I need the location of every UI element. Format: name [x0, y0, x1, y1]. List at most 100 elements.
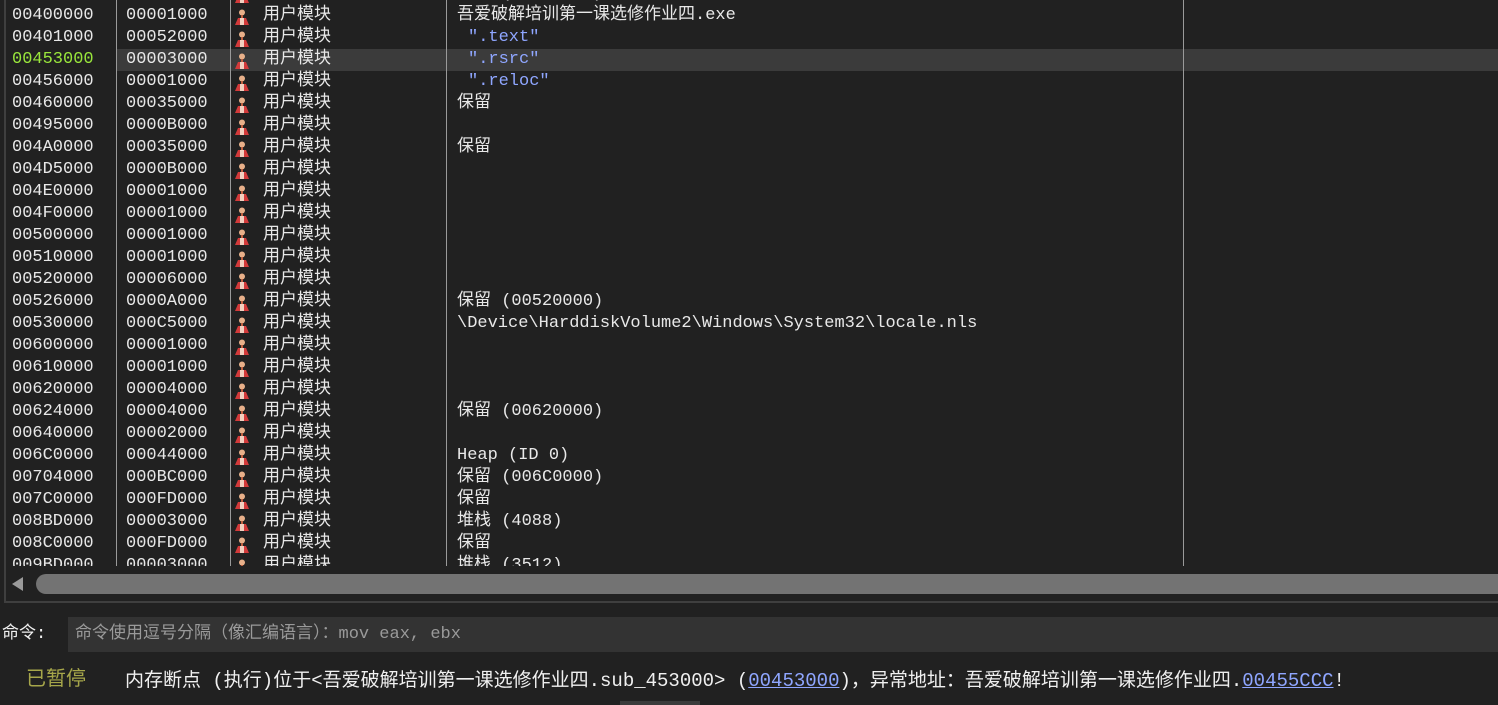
user-module-icon: [234, 185, 250, 201]
memory-map-row[interactable]: 00610000 00001000 用户模块: [0, 357, 1498, 379]
memory-map-row[interactable]: 00453000 00003000 用户模块 ".rsrc": [0, 49, 1498, 71]
memory-map-row[interactable]: 00704000 000BC000 用户模块 保留 (006C0000): [0, 467, 1498, 489]
size-cell: 00035000: [126, 94, 208, 113]
user-module-icon: [234, 361, 250, 377]
size-cell: 00001000: [126, 204, 208, 223]
type-cell: 用户模块: [263, 28, 331, 47]
type-cell: 用户模块: [263, 468, 331, 487]
memory-map-row[interactable]: 00400000 00001000 用户模块 吾爱破解培训第一课选修作业四.exe: [0, 5, 1498, 27]
memory-map-row[interactable]: 00530000 000C5000 用户模块 \Device\HarddiskVolu…: [0, 313, 1498, 335]
address-cell: 008BD000: [12, 512, 94, 531]
memory-map-row[interactable]: 008BD000 00003000 用户模块 堆栈 (4088): [0, 511, 1498, 533]
memory-map-row[interactable]: 00600000 00001000 用户模块: [0, 335, 1498, 357]
user-module-icon: [234, 427, 250, 443]
user-module-icon: [234, 9, 250, 25]
user-module-icon: [234, 97, 250, 113]
column-divider[interactable]: [116, 0, 117, 566]
info-cell: 保留 (00620000): [457, 402, 604, 421]
debugger-state: 已暂停: [26, 669, 86, 692]
memory-map-row[interactable]: 009BD000 00003000 用户模块 堆栈 (3512): [0, 555, 1498, 566]
status-message-middle: )，异常地址：吾爱破解培训第一课选修作业四.: [839, 670, 1243, 692]
address-cell: 00704000: [12, 468, 94, 487]
type-cell: 用户模块: [263, 314, 331, 333]
status-message-prefix: 内存断点 (执行)位于<吾爱破解培训第一课选修作业四.sub_453000> (: [125, 670, 749, 692]
address-cell: 00620000: [12, 380, 94, 399]
memory-map-row[interactable]: 00624000 00004000 用户模块 保留 (00620000): [0, 401, 1498, 423]
info-cell: Heap (ID 0): [457, 446, 570, 465]
memory-map-row[interactable]: 008C0000 000FD000 用户模块 保留: [0, 533, 1498, 555]
memory-map-table[interactable]: 0030000000001000用户模块保留 (00300000)0040000…: [0, 0, 1498, 566]
memory-map-row[interactable]: 00640000 00002000 用户模块: [0, 423, 1498, 445]
exception-address-link[interactable]: 00455CCC: [1242, 670, 1333, 692]
memory-map-row[interactable]: 00401000 00052000 用户模块 ".text": [0, 27, 1498, 49]
memory-map-row[interactable]: 004E0000 00001000 用户模块: [0, 181, 1498, 203]
size-cell: 000FD000: [126, 490, 208, 509]
type-cell: 用户模块: [263, 380, 331, 399]
address-cell: 004D5000: [12, 160, 94, 179]
memory-map-rows: 0030000000001000用户模块保留 (00300000)0040000…: [0, 0, 1498, 566]
size-cell: 00003000: [126, 556, 208, 566]
info-cell: 堆栈 (3512): [457, 556, 563, 566]
address-cell: 00460000: [12, 94, 94, 113]
scroll-left-arrow-icon[interactable]: [12, 577, 23, 591]
memory-map-row[interactable]: 004F0000 00001000 用户模块: [0, 203, 1498, 225]
size-cell: 000FD000: [126, 534, 208, 553]
memory-map-row[interactable]: 00620000 00004000 用户模块: [0, 379, 1498, 401]
user-module-icon: [234, 229, 250, 245]
info-cell: 保留: [457, 490, 491, 509]
user-module-icon: [234, 405, 250, 421]
size-cell: 00001000: [126, 182, 208, 201]
scrollbar-thumb[interactable]: [36, 574, 1498, 594]
address-cell: 008C0000: [12, 534, 94, 553]
memory-map-row[interactable]: 00526000 0000A000 用户模块 保留 (00520000): [0, 291, 1498, 313]
user-module-icon: [234, 207, 250, 223]
memory-map-row[interactable]: 00460000 00035000 用户模块 保留: [0, 93, 1498, 115]
size-cell: 00001000: [126, 72, 208, 91]
panel-border-left: [4, 0, 6, 602]
type-cell: 用户模块: [263, 226, 331, 245]
status-bar: 已暂停 内存断点 (执行)位于<吾爱破解培训第一课选修作业四.sub_45300…: [0, 655, 1498, 705]
user-module-icon: [234, 0, 250, 3]
address-cell: 00495000: [12, 116, 94, 135]
column-divider[interactable]: [230, 0, 231, 566]
memory-map-row[interactable]: 00495000 0000B000 用户模块: [0, 115, 1498, 137]
address-cell: 00453000: [12, 50, 94, 69]
memory-map-row[interactable]: 00510000 00001000 用户模块: [0, 247, 1498, 269]
memory-map-row[interactable]: 00456000 00001000 用户模块 ".reloc": [0, 71, 1498, 93]
user-module-icon: [234, 75, 250, 91]
size-cell: 00052000: [126, 28, 208, 47]
breakpoint-address-link[interactable]: 00453000: [748, 670, 839, 692]
command-input[interactable]: [68, 617, 1498, 652]
memory-map-row[interactable]: 004D5000 0000B000 用户模块: [0, 159, 1498, 181]
user-module-icon: [234, 31, 250, 47]
address-cell: 004F0000: [12, 204, 94, 223]
size-cell: 00044000: [126, 446, 208, 465]
address-cell: 004A0000: [12, 138, 94, 157]
type-cell: 用户模块: [263, 138, 331, 157]
type-cell: 用户模块: [263, 490, 331, 509]
memory-map-row[interactable]: 00520000 00006000 用户模块: [0, 269, 1498, 291]
type-cell: 用户模块: [263, 50, 331, 69]
horizontal-scrollbar[interactable]: [10, 572, 1498, 596]
type-cell: 用户模块: [263, 270, 331, 289]
address-cell: 00500000: [12, 226, 94, 245]
user-module-icon: [234, 163, 250, 179]
address-cell: 006C0000: [12, 446, 94, 465]
memory-map-row[interactable]: 006C0000 00044000 用户模块 Heap (ID 0): [0, 445, 1498, 467]
size-cell: 0000B000: [126, 116, 208, 135]
memory-map-row[interactable]: 007C0000 000FD000 用户模块 保留: [0, 489, 1498, 511]
size-cell: 00001000: [126, 226, 208, 245]
type-cell: 用户模块: [263, 446, 331, 465]
memory-map-row[interactable]: 004A0000 00035000 用户模块 保留: [0, 137, 1498, 159]
type-cell: 用户模块: [263, 424, 331, 443]
type-cell: 用户模块: [263, 556, 331, 566]
address-cell: 004E0000: [12, 182, 94, 201]
address-cell: 009BD000: [12, 556, 94, 566]
user-module-icon: [234, 295, 250, 311]
address-cell: 00401000: [12, 28, 94, 47]
column-divider[interactable]: [1183, 0, 1184, 566]
column-divider[interactable]: [446, 0, 447, 566]
memory-map-row[interactable]: 00500000 00001000 用户模块: [0, 225, 1498, 247]
type-cell: 用户模块: [263, 6, 331, 25]
address-cell: 00624000: [12, 402, 94, 421]
